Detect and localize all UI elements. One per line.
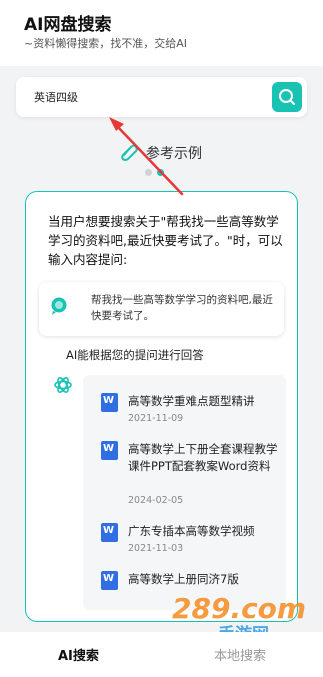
word-doc-icon: W — [101, 441, 118, 460]
result-list: W 高等数学重难点题型精讲 2021-11-09 W 高等数学上下册全套课程教学… — [83, 375, 286, 610]
word-doc-icon: W — [101, 393, 118, 412]
search-input[interactable]: 英语四级 — [16, 77, 307, 117]
result-title[interactable]: 高等数学重难点题型精讲 — [128, 393, 278, 410]
word-doc-icon: W — [101, 571, 118, 590]
example-prompt-text: 帮我找一些高等数学学习的资料吧,最近快要考试了。 — [91, 294, 273, 322]
carousel-dot-active[interactable] — [157, 169, 164, 176]
watermark-brand: 289.com — [172, 592, 306, 625]
examples-label: 参考示例 — [146, 146, 202, 162]
carousel-dot[interactable] — [145, 169, 152, 176]
bottom-tab-bar: AI搜索 本地搜索 — [0, 632, 323, 677]
search-button[interactable] — [272, 82, 302, 112]
example-card: 当用户想要搜索关于"帮我找一些高等数学学习的资料吧,最近快要考试了。"时，可以输… — [25, 191, 298, 622]
ai-logo-icon — [54, 377, 72, 393]
example-prompt: 帮我找一些高等数学学习的资料吧,最近快要考试了。 — [39, 282, 284, 336]
result-date: 2021-11-03 — [128, 543, 184, 554]
result-title[interactable]: 高等数学上下册全套课程教学课件PPT配套教案Word资料 — [128, 441, 278, 475]
paperclip-icon — [121, 144, 138, 161]
search-input-value[interactable]: 英语四级 — [34, 89, 78, 105]
chat-bubble-icon — [51, 297, 67, 315]
word-doc-icon: W — [101, 523, 118, 542]
app-title: AI网盘搜索 — [24, 15, 112, 35]
result-title[interactable]: 广东专插本高等数学视频 — [128, 523, 278, 540]
tab-ai-search[interactable]: AI搜索 — [58, 645, 99, 664]
tab-local-search[interactable]: 本地搜索 — [214, 645, 266, 664]
result-title[interactable]: 高等数学上册同济7版 — [128, 571, 278, 588]
example-intro: 当用户想要搜索关于"帮我找一些高等数学学习的资料吧,最近快要考试了。"时，可以输… — [48, 214, 283, 267]
header: AI网盘搜索 ~资料懒得搜索，找不准，交给AI — [0, 0, 323, 66]
answer-heading: AI能根据您的提问进行回答 — [66, 348, 204, 362]
result-date: 2021-11-09 — [128, 413, 184, 424]
search-icon — [279, 89, 295, 105]
app-subtitle: ~资料懒得搜索，找不准，交给AI — [24, 37, 187, 50]
result-date: 2024-02-05 — [128, 495, 184, 506]
